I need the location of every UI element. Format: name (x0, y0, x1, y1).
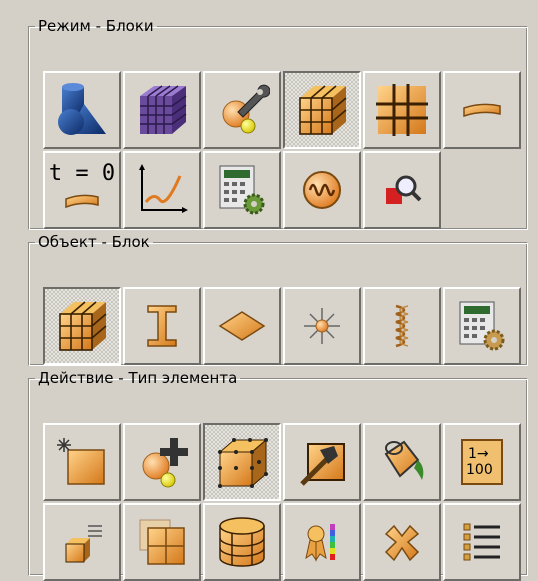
quality-ribbon-icon (305, 524, 335, 562)
time-zero-button[interactable]: t = 0 (43, 151, 121, 229)
add-vertex-icon (142, 438, 188, 488)
object-edge-button[interactable] (123, 287, 201, 365)
object-face-button[interactable] (203, 287, 281, 365)
hammer-edit-icon (300, 443, 345, 486)
block-cube-icon (59, 301, 107, 351)
action-group-title: Действие - Тип элемента (38, 369, 238, 387)
block-cube-icon (299, 85, 347, 135)
object-group: Объект - Блок (28, 234, 528, 366)
small-cube-list-icon (65, 525, 102, 563)
xy-plot-button[interactable] (123, 151, 201, 229)
zoom-button[interactable] (363, 151, 441, 229)
strip-button[interactable] (443, 71, 521, 149)
spring-coil-icon (395, 304, 409, 348)
vertices-button[interactable] (203, 423, 281, 501)
grid-block-icon (376, 84, 428, 136)
purple-mesh-cube-icon (140, 85, 187, 134)
calculator-settings-icon (459, 301, 505, 351)
cylinder-block-icon (219, 517, 265, 567)
object-group-title: Объект - Блок (38, 233, 150, 251)
point-vertex-icon (304, 308, 340, 344)
small-cube-button[interactable] (43, 503, 121, 581)
numbering-icon: 1→ 100 (461, 439, 503, 485)
object-block-button[interactable] (43, 287, 121, 365)
geometry-shapes-icon (58, 83, 106, 135)
new-block-icon (57, 438, 105, 485)
split-button[interactable] (123, 503, 201, 581)
grid-button[interactable] (363, 71, 441, 149)
waveform-button[interactable] (283, 151, 361, 229)
cube-vertices-icon (218, 438, 268, 488)
calculator-button[interactable] (203, 151, 281, 229)
strip-icon (463, 103, 501, 118)
wrench-tools-icon (222, 84, 270, 134)
calculator-settings-icon (219, 165, 265, 215)
blocks-button[interactable] (283, 71, 361, 149)
create-block-button[interactable] (43, 423, 121, 501)
list-icon (463, 523, 500, 561)
waveform-icon (303, 171, 341, 209)
time-zero-label: t = 0 (48, 161, 116, 186)
delete-x-icon (384, 524, 420, 562)
mode-group-title: Режим - Блоки (38, 17, 154, 35)
cylinder-button[interactable] (203, 503, 281, 581)
edit-button[interactable] (283, 423, 361, 501)
quality-button[interactable] (283, 503, 361, 581)
object-spring-button[interactable] (363, 287, 441, 365)
zoom-search-icon (386, 175, 422, 204)
mode-group: Режим - Блоки t = 0 (28, 18, 528, 230)
object-calculator-button[interactable] (443, 287, 521, 365)
paint-bucket-icon (384, 440, 424, 480)
face-diamond-icon (218, 311, 266, 341)
numbering-button[interactable]: 1→ 100 (443, 423, 521, 501)
tools-button[interactable] (203, 71, 281, 149)
list-button[interactable] (443, 503, 521, 581)
i-beam-icon (147, 305, 177, 347)
delete-button[interactable] (363, 503, 441, 581)
split-block-icon (139, 519, 185, 565)
object-vertex-button[interactable] (283, 287, 361, 365)
add-vertex-button[interactable] (123, 423, 201, 501)
xy-plot-icon (139, 164, 188, 213)
action-group: Действие - Тип элемента 1→ 100 (28, 369, 528, 581)
fill-button[interactable] (363, 423, 441, 501)
mesh-button[interactable] (123, 71, 201, 149)
geometry-button[interactable] (43, 71, 121, 149)
